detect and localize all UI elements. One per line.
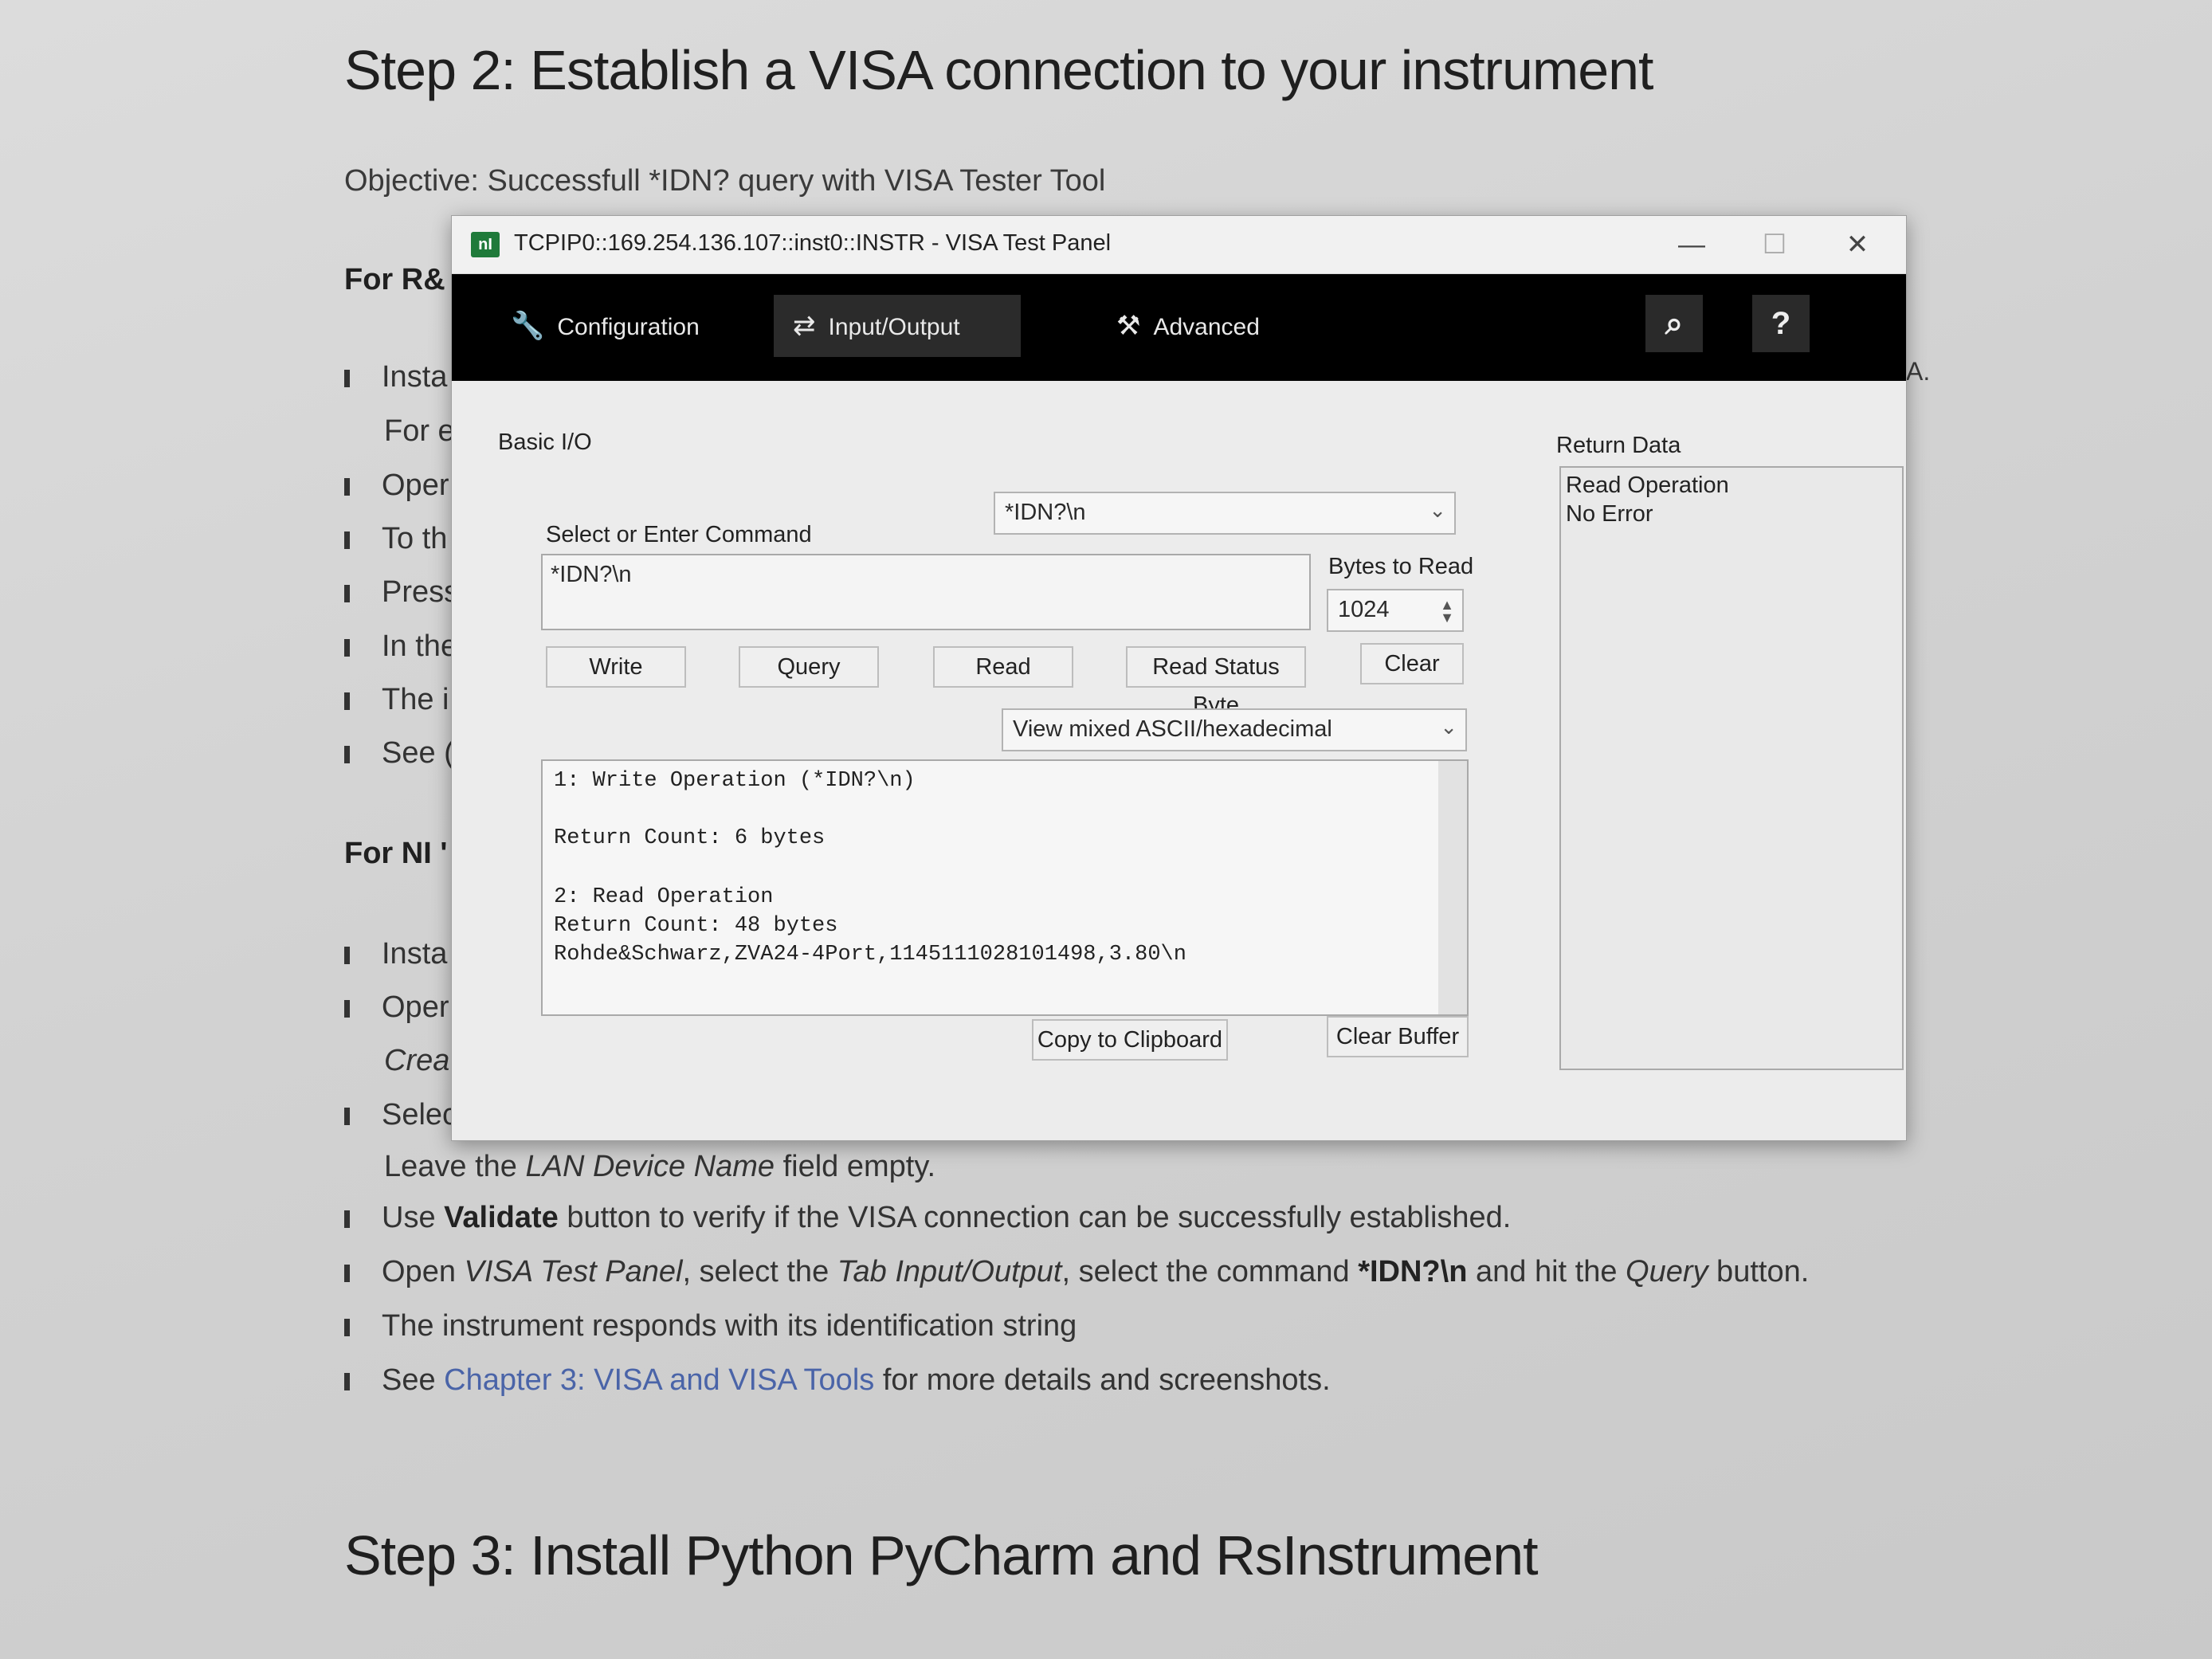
tab-configuration[interactable]: 🔧 Configuration [492,295,719,357]
for-ni-heading: For NI ' [344,837,448,870]
bullet-marker [344,531,350,549]
bytes-to-read-spinner[interactable]: 1024 ▲ ▼ [1327,589,1464,632]
tab-input-output[interactable]: ⇄ Input/Output [774,295,1021,357]
visa-test-panel-window: nI TCPIP0::169.254.136.107::inst0::INSTR… [451,215,1907,1141]
query-button[interactable]: Query [739,646,879,688]
rs-bullet-6: The i [344,683,449,717]
arrows-icon: ⇄ [793,311,816,341]
view-mode-select[interactable]: View mixed ASCII/hexadecimal ⌄ [1002,708,1467,751]
ni-bullet-1: Insta [344,937,447,971]
maximize-button[interactable]: ☐ [1751,227,1798,262]
rs-bullet-3: To th [344,522,447,556]
tab-advanced[interactable]: ⚒ Advanced [1097,295,1279,357]
close-button[interactable]: ✕ [1834,227,1881,262]
wrench-icon: 🔧 [511,311,545,341]
basic-io-tab[interactable]: Basic I/O [498,429,592,456]
validate-bullet: Use Validate button to verify if the VIS… [344,1201,1511,1235]
ni-bullet-3: Selec [344,1098,457,1132]
return-line-status: No Error [1566,501,1653,527]
step3-heading: Step 3: Install Python PyCharm and RsIns… [344,1524,1539,1586]
output-line: 1: Write Operation (*IDN?\n) [554,769,916,793]
read-status-byte-button[interactable]: Read Status Byte [1126,646,1306,718]
bullet-marker [344,999,350,1018]
read-button[interactable]: Read [933,646,1073,688]
rs-bullet-4: Press [344,575,459,610]
output-line: Return Count: 6 bytes [554,826,826,850]
stray-text: A. [1906,357,1931,386]
ni-bullet-2: Oper [344,990,449,1025]
search-icon[interactable]: ⌕ [1645,295,1703,352]
ni-app-icon: nI [471,232,500,257]
rs-indent-text: For e [384,414,455,448]
bullet-marker [344,946,350,964]
bullet-marker [344,638,350,657]
minimize-button[interactable]: — [1668,227,1716,262]
rs-bullet-1: Insta [344,360,447,394]
return-data-box: Read Operation No Error [1559,466,1904,1070]
see-chapter-bullet: See Chapter 3: VISA and VISA Tools for m… [344,1363,1331,1398]
output-line: Rohde&Schwarz,ZVA24-4Port,11451110281014… [554,943,1186,967]
responds-bullet: The instrument responds with its identif… [344,1309,1077,1343]
bullet-marker [344,692,350,710]
chevron-down-icon: ⌄ [1440,715,1457,739]
bytes-to-read-label: Bytes to Read [1328,554,1474,579]
bullet-marker [344,745,350,763]
chapter-3-link[interactable]: Chapter 3: VISA and VISA Tools [444,1363,874,1397]
ni-indent-text: Crea [384,1044,450,1077]
bullet-marker [344,1107,350,1125]
step2-heading: Step 2: Establish a VISA connection to y… [344,39,1654,101]
for-rs-heading: For R& [344,263,445,296]
command-combo[interactable]: *IDN?\n ⌄ [994,492,1456,535]
select-command-label: Select or Enter Command [546,522,812,547]
title-bar: nI TCPIP0::169.254.136.107::inst0::INSTR… [452,216,1906,274]
bullet-marker [344,477,350,496]
tools-icon: ⚒ [1116,311,1141,341]
output-scrollbar[interactable] [1438,761,1467,1014]
write-button[interactable]: Write [546,646,686,688]
help-icon[interactable]: ? [1752,295,1810,352]
bullet-marker [344,369,350,387]
spinner-arrows-icon[interactable]: ▲ ▼ [1440,598,1454,625]
return-line-operation: Read Operation [1566,473,1729,498]
clear-buffer-button[interactable]: Clear Buffer [1327,1016,1469,1057]
return-data-label: Return Data [1556,433,1681,458]
leave-empty-text: Leave the LAN Device Name field empty. [384,1150,936,1183]
output-buffer[interactable]: 1: Write Operation (*IDN?\n) Return Coun… [541,759,1469,1016]
chevron-down-icon: ⌄ [1429,498,1446,522]
main-toolbar: 🔧 Configuration ⇄ Input/Output ⚒ Advanced ⌕… [452,274,1906,381]
copy-to-clipboard-button[interactable]: Copy to Clipboard [1032,1019,1228,1061]
output-line: Return Count: 48 bytes [554,914,838,938]
objective-text: Objective: Successfull *IDN? query with … [344,164,1106,198]
rs-bullet-7: See ( [344,736,454,771]
rs-bullet-2: Oper [344,469,449,503]
clear-button[interactable]: Clear [1360,643,1464,684]
bullet-marker [344,1210,350,1228]
bullet-marker [344,584,350,602]
bullet-marker [344,1318,350,1336]
command-input[interactable]: *IDN?\n [541,554,1311,630]
rs-bullet-5: In the [344,629,457,664]
open-panel-bullet: Open VISA Test Panel, select the Tab Inp… [344,1255,1809,1289]
output-line: 2: Read Operation [554,885,774,909]
bullet-marker [344,1264,350,1282]
window-title: TCPIP0::169.254.136.107::inst0::INSTR - … [514,230,1112,256]
bullet-marker [344,1372,350,1390]
